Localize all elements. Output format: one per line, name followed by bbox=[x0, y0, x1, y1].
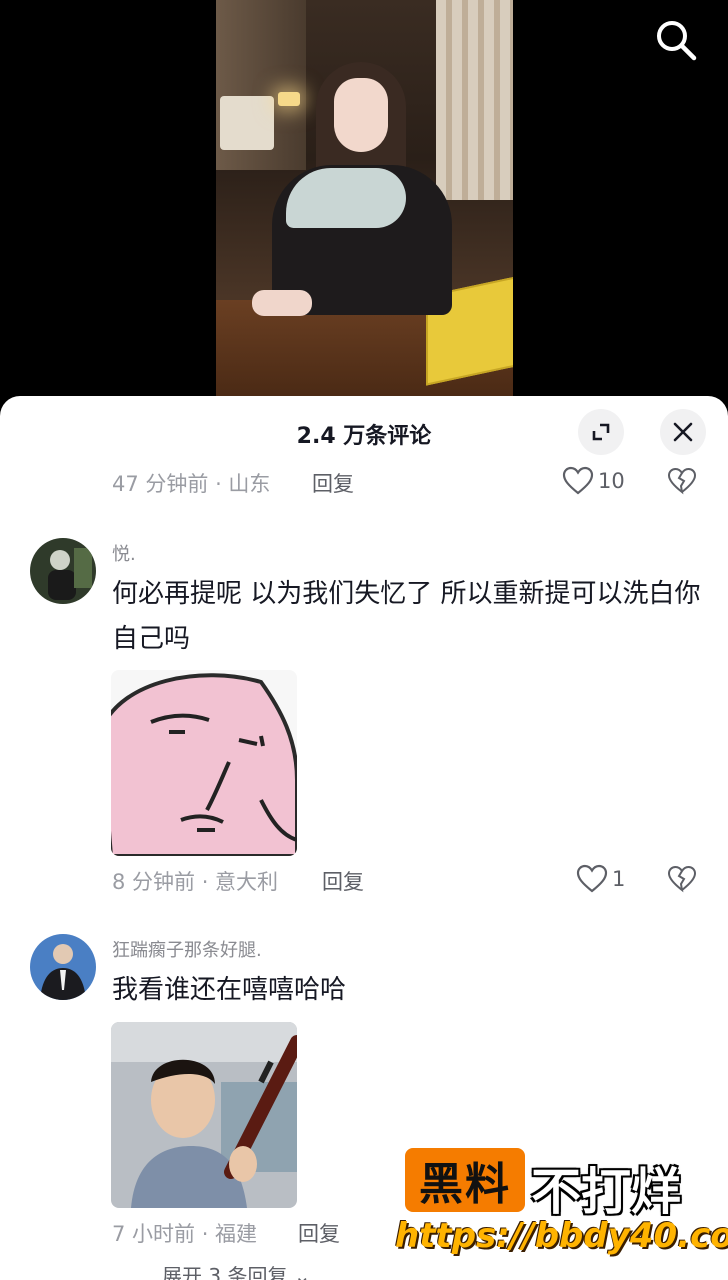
close-icon bbox=[673, 422, 693, 442]
username[interactable]: 狂踹瘸子那条好腿. bbox=[112, 936, 262, 962]
comment-image-photo[interactable] bbox=[111, 1022, 297, 1208]
close-button[interactable] bbox=[660, 409, 706, 455]
reply-button[interactable]: 回复 bbox=[312, 468, 354, 498]
comment-time-location: 8 分钟前 · 意大利 bbox=[112, 870, 279, 894]
expand-replies-button[interactable]: 展开 3 条回复 ⌄ bbox=[162, 1260, 311, 1280]
comment-item: 悦. 何必再提呢 以为我们失忆了 所以重新提可以洗白你自己吗 8 分钟前 · 意… bbox=[0, 536, 728, 896]
like-count: 10 bbox=[598, 469, 625, 493]
expand-button[interactable] bbox=[578, 409, 624, 455]
dislike-button[interactable] bbox=[664, 862, 700, 896]
video-person-hands bbox=[252, 290, 312, 316]
heart-outline-icon bbox=[562, 466, 594, 495]
expand-icon bbox=[592, 423, 610, 441]
dislike-button[interactable] bbox=[664, 464, 700, 498]
video-background-lamp bbox=[278, 92, 300, 106]
comment-meta-row: 47 分钟前 · 山东 回复 10 bbox=[0, 464, 728, 500]
avatar-image bbox=[30, 538, 96, 604]
watermark-badge: 黑料 bbox=[405, 1148, 525, 1212]
photo-image bbox=[111, 1022, 297, 1208]
video-background-sofa bbox=[220, 96, 274, 150]
like-count: 1 bbox=[612, 867, 626, 891]
like-button[interactable]: 1 bbox=[576, 862, 625, 896]
watermark-overlay: 黑料 不打烊 https://bbdy40.com bbox=[395, 1146, 728, 1266]
watermark-badge-text: 黑料 bbox=[419, 1159, 511, 1210]
reply-button[interactable]: 回复 bbox=[322, 866, 364, 896]
watermark-url: https://bbdy40.com bbox=[395, 1216, 728, 1256]
chevron-down-icon: ⌄ bbox=[293, 1264, 311, 1280]
search-icon bbox=[657, 21, 697, 61]
comment-text: 我看谁还在嘻嘻哈哈 bbox=[112, 975, 347, 1005]
comment-sheet-header: 2.4 万条评论 bbox=[0, 396, 728, 468]
video-person-face bbox=[334, 78, 388, 152]
heart-outline-icon bbox=[576, 864, 608, 893]
expand-replies-label: 展开 3 条回复 bbox=[162, 1264, 288, 1280]
comment-image-sticker[interactable] bbox=[111, 670, 297, 856]
reply-button[interactable]: 回复 bbox=[298, 1218, 340, 1248]
video-background-curtain bbox=[436, 0, 513, 200]
avatar[interactable] bbox=[30, 538, 96, 604]
meme-face-image bbox=[111, 670, 297, 856]
watermark-title: 不打烊 bbox=[531, 1163, 681, 1221]
comment-text: 何必再提呢 以为我们失忆了 所以重新提可以洗白你自己吗 bbox=[112, 579, 701, 654]
app-root: 2.4 万条评论 47 分钟前 · 山东 回复 10 悦. 何必再提呢 以为我们… bbox=[0, 0, 728, 1280]
comment-time-location: 47 分钟前 · 山东 bbox=[112, 472, 271, 496]
avatar[interactable] bbox=[30, 934, 96, 1000]
video-frame[interactable] bbox=[216, 0, 513, 396]
comment-meta-row: 8 分钟前 · 意大利 回复 1 bbox=[0, 862, 728, 898]
broken-heart-icon bbox=[667, 467, 697, 495]
like-button[interactable]: 10 bbox=[562, 464, 625, 498]
video-person-top bbox=[286, 168, 406, 228]
avatar-image bbox=[30, 934, 96, 1000]
username[interactable]: 悦. bbox=[112, 540, 136, 566]
comment-time-location: 7 小时前 · 福建 bbox=[112, 1222, 258, 1246]
search-button[interactable] bbox=[652, 16, 700, 64]
broken-heart-icon bbox=[667, 865, 697, 893]
video-player[interactable] bbox=[0, 0, 728, 420]
